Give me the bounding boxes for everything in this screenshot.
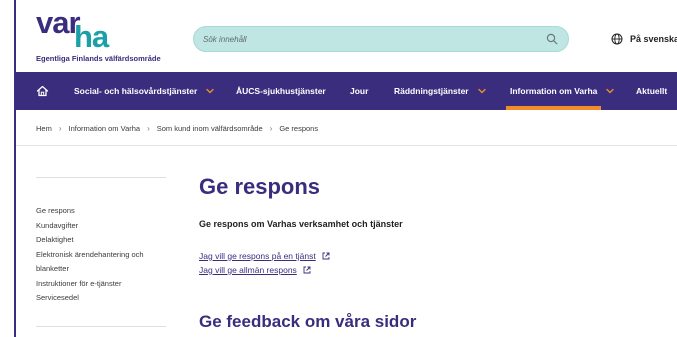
external-link-icon (322, 252, 330, 260)
globe-icon (611, 33, 623, 45)
nav-active-indicator (506, 106, 601, 110)
nav-item-label: Aktuellt (636, 86, 668, 96)
breadcrumb-home[interactable]: Hem (36, 124, 52, 133)
nav-item-news[interactable]: Aktuellt (636, 72, 667, 110)
breadcrumb-current: Ge respons (279, 124, 319, 133)
main-content: Ge respons Ge respons om Varhas verksamh… (199, 172, 659, 277)
page-frame: var ha Egentliga Finlands välfärdsområde… (14, 0, 677, 337)
page-title: Ge respons (199, 174, 321, 199)
logo-tagline: Egentliga Finlands välfärdsområde (36, 54, 161, 63)
chevron-down-icon (206, 88, 214, 94)
logo-text-ha: ha (74, 19, 109, 54)
main-nav: Social- och hälsovårdstjänster ÅUCS-sjuk… (16, 72, 677, 110)
language-selector[interactable]: På svenska (611, 33, 677, 45)
sidebar-item-fees[interactable]: Kundavgifter (36, 219, 166, 234)
nav-item-label: Jour (350, 86, 369, 96)
nav-item-label: Räddningstjänster (394, 86, 469, 96)
home-icon[interactable] (36, 85, 49, 97)
site-header: var ha Egentliga Finlands välfärdsområde… (16, 0, 677, 72)
external-link-icon (303, 266, 311, 274)
logo-text-var: var (36, 5, 81, 40)
breadcrumb-customer[interactable]: Som kund inom välfärdsområde (157, 124, 263, 133)
chevron-down-icon (477, 88, 486, 94)
sidebar: Ge respons Kundavgifter Delaktighet Elek… (36, 177, 166, 306)
link-general-feedback[interactable]: Jag vill ge allmän respons (199, 263, 659, 277)
search-icon[interactable] (546, 33, 558, 45)
language-label: På svenska (630, 34, 677, 44)
sidebar-item-participation[interactable]: Delaktighet (36, 233, 166, 248)
link-label[interactable]: Jag vill ge allmän respons (199, 263, 297, 277)
nav-item-rescue[interactable]: Räddningstjänster (394, 72, 486, 110)
chevron-down-icon (606, 88, 615, 94)
nav-item-label: Social- och hälsovårdstjänster (74, 86, 198, 96)
breadcrumb: Hem › Information om Varha › Som kund in… (36, 124, 318, 133)
nav-item-label: ÅUCS-sjukhustjänster (236, 86, 326, 96)
sidebar-divider (36, 177, 166, 178)
link-service-feedback[interactable]: Jag vill ge respons på en tjänst (199, 249, 659, 263)
sidebar-item-e-services[interactable]: Elektronisk ärendehantering och blankett… (36, 248, 166, 277)
intro-text: Ge respons om Varhas verksamhet och tjän… (199, 219, 403, 229)
sidebar-item-feedback[interactable]: Ge respons (36, 204, 166, 219)
nav-item-social-health[interactable]: Social- och hälsovårdstjänster (74, 72, 214, 110)
breadcrumb-separator-icon: › (269, 124, 273, 133)
feedback-links: Jag vill ge respons på en tjänst Jag vil… (199, 249, 659, 277)
nav-item-aucs[interactable]: ÅUCS-sjukhustjänster (236, 72, 326, 110)
varha-logo[interactable]: var ha Egentliga Finlands välfärdsområde (36, 6, 166, 66)
breadcrumb-information[interactable]: Information om Varha (69, 124, 141, 133)
breadcrumb-divider (16, 145, 677, 146)
sidebar-list: Ge respons Kundavgifter Delaktighet Elek… (36, 204, 166, 306)
search-input[interactable] (203, 27, 523, 51)
sidebar-divider (36, 326, 166, 327)
nav-item-jour[interactable]: Jour (350, 72, 368, 110)
breadcrumb-separator-icon: › (58, 124, 62, 133)
breadcrumb-separator-icon: › (147, 124, 150, 133)
sidebar-item-instructions[interactable]: Instruktioner för e-tjänster (36, 277, 166, 292)
sidebar-item-voucher[interactable]: Servicesedel (36, 291, 166, 306)
nav-item-information[interactable]: Information om Varha (510, 72, 615, 110)
nav-item-label: Information om Varha (510, 86, 598, 96)
search-bar (193, 26, 569, 52)
section-title: Ge feedback om våra sidor (199, 312, 417, 331)
link-label[interactable]: Jag vill ge respons på en tjänst (199, 249, 316, 263)
